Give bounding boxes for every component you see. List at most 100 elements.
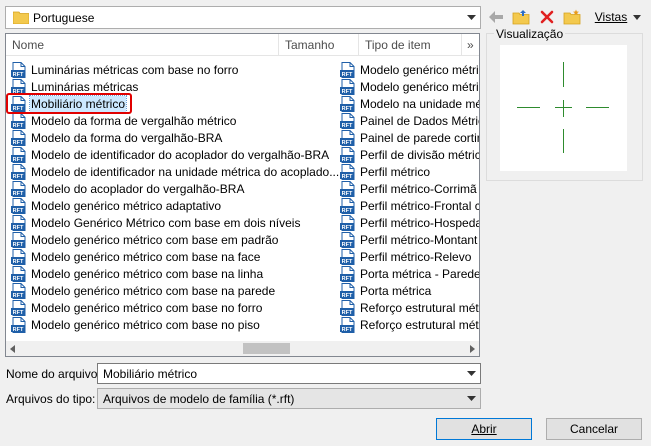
svg-text:RFT: RFT xyxy=(13,140,24,146)
file-item[interactable]: RFT Reforço estrutural métr xyxy=(340,299,480,316)
file-item[interactable]: RFT Perfil métrico-Corrimã xyxy=(340,180,479,197)
file-item[interactable]: RFT Perfil de divisão métric xyxy=(340,146,479,163)
file-item[interactable]: RFT Modelo genérico métrico adaptativo xyxy=(11,197,341,214)
file-type-select[interactable]: Arquivos de modelo de família (*.rft) xyxy=(97,388,481,409)
column-header-name[interactable]: Nome xyxy=(6,34,279,56)
views-label: Vistas xyxy=(594,10,628,24)
svg-text:RFT: RFT xyxy=(13,72,24,78)
file-item[interactable]: RFT Modelo genérico métrico com base no p… xyxy=(11,316,341,333)
file-item[interactable]: RFT Modelo genérico métri xyxy=(340,61,479,78)
file-name-value: Mobiliário métrico xyxy=(103,367,198,381)
file-name-text: Modelo genérico métri xyxy=(360,79,479,94)
file-item[interactable]: RFT Modelo genérico métrico com base na f… xyxy=(11,248,341,265)
svg-text:RFT: RFT xyxy=(342,293,353,299)
file-name-field[interactable]: Mobiliário métrico xyxy=(97,363,481,384)
file-item[interactable]: RFT Modelo da forma de vergalhão métrico xyxy=(11,112,341,129)
column-overflow-chevron[interactable]: » xyxy=(462,34,479,56)
rft-file-icon: RFT xyxy=(340,231,355,248)
file-item[interactable]: RFT Porta métrica - Parede xyxy=(340,265,480,282)
file-name-text: Porta métrica - Parede xyxy=(360,266,480,281)
file-item[interactable]: RFT Porta métrica xyxy=(340,282,479,299)
rft-file-icon: RFT xyxy=(11,231,26,248)
delete-icon[interactable] xyxy=(536,6,558,28)
file-name-text: Perfil métrico-Corrimã xyxy=(360,181,477,196)
file-name-text: Modelo do acoplador do vergalhão-BRA xyxy=(31,181,245,196)
file-name-text: Modelo de identificador na unidade métri… xyxy=(31,164,340,179)
svg-text:RFT: RFT xyxy=(13,225,24,231)
svg-text:RFT: RFT xyxy=(342,242,353,248)
file-item[interactable]: RFT Modelo na unidade mé xyxy=(340,95,479,112)
rft-file-icon: RFT xyxy=(340,146,355,163)
file-name-text: Modelo genérico métrico com base no piso xyxy=(31,317,260,332)
file-item[interactable]: RFT Modelo genérico métri xyxy=(340,78,479,95)
file-item[interactable]: RFT Modelo da forma do vergalhão-BRA xyxy=(11,129,341,146)
open-button[interactable]: Abrir xyxy=(436,418,532,440)
new-folder-icon[interactable] xyxy=(561,6,583,28)
file-item[interactable]: RFT Perfil métrico-Hospeda xyxy=(340,214,479,231)
chevron-down-icon[interactable] xyxy=(463,7,480,28)
file-item[interactable]: RFT Modelo de identificador do acoplador … xyxy=(11,146,341,163)
file-item[interactable]: RFT Perfil métrico-Frontal c xyxy=(340,197,479,214)
file-item[interactable]: RFT Modelo genérico métrico com base na l… xyxy=(11,265,341,282)
rft-file-icon: RFT xyxy=(11,61,26,78)
svg-text:RFT: RFT xyxy=(13,276,24,282)
file-item[interactable]: RFT Luminárias métricas com base no forro xyxy=(11,61,341,78)
rft-file-icon: RFT xyxy=(11,180,26,197)
file-name-text: Modelo de identificador do acoplador do … xyxy=(31,147,330,162)
rft-file-icon: RFT xyxy=(340,265,355,282)
rft-file-icon: RFT xyxy=(11,197,26,214)
back-arrow-icon[interactable] xyxy=(486,6,506,28)
rft-file-icon: RFT xyxy=(11,214,26,231)
file-item[interactable]: RFT Reforço estrutural métr xyxy=(340,316,479,333)
chevron-down-icon xyxy=(633,14,642,20)
rft-file-icon: RFT xyxy=(11,163,26,180)
file-name-text: Modelo genérico métrico adaptativo xyxy=(31,198,222,213)
column-header-row: Nome Tamanho Tipo de item » xyxy=(6,34,479,56)
scroll-thumb[interactable] xyxy=(243,343,290,354)
file-item[interactable]: RFT Painel de parede cortin xyxy=(340,129,479,146)
rft-file-icon: RFT xyxy=(11,146,26,163)
scroll-right-icon[interactable] xyxy=(470,345,475,353)
rft-file-icon: RFT xyxy=(340,197,355,214)
chevron-down-icon[interactable] xyxy=(463,364,480,383)
column-header-size[interactable]: Tamanho xyxy=(279,34,359,56)
folder-icon xyxy=(13,11,29,24)
horizontal-scrollbar[interactable] xyxy=(6,341,479,356)
file-item[interactable]: RFT Modelo do acoplador do vergalhão-BRA xyxy=(11,180,341,197)
file-item[interactable]: RFT Modelo Genérico Métrico com base em d… xyxy=(11,214,341,231)
file-name-text: Modelo da forma do vergalhão-BRA xyxy=(31,130,223,145)
file-item[interactable]: RFT Painel de Dados Métric xyxy=(340,112,479,129)
svg-text:RFT: RFT xyxy=(342,106,353,112)
rft-file-icon: RFT xyxy=(11,299,26,316)
svg-text:RFT: RFT xyxy=(342,208,353,214)
file-name-text: Perfil métrico-Montant xyxy=(360,232,478,247)
cancel-button[interactable]: Cancelar xyxy=(546,418,642,440)
file-item[interactable]: RFT Modelo genérico métrico com base em p… xyxy=(11,231,341,248)
file-name-text: Reforço estrutural métr xyxy=(360,300,480,315)
svg-text:RFT: RFT xyxy=(13,191,24,197)
rft-file-icon: RFT xyxy=(340,95,355,112)
file-item[interactable]: RFT Perfil métrico xyxy=(340,163,479,180)
file-item[interactable]: RFT Modelo genérico métrico com base na p… xyxy=(11,282,341,299)
chevron-down-icon[interactable] xyxy=(463,389,480,408)
svg-text:RFT: RFT xyxy=(13,242,24,248)
rft-file-icon: RFT xyxy=(11,112,26,129)
svg-text:RFT: RFT xyxy=(342,140,353,146)
rft-file-icon: RFT xyxy=(11,248,26,265)
scroll-left-icon[interactable] xyxy=(10,345,15,353)
cancel-button-label: Cancelar xyxy=(569,422,619,436)
column-header-type[interactable]: Tipo de item xyxy=(359,34,462,56)
file-item[interactable]: RFT Modelo genérico métrico com base no f… xyxy=(11,299,341,316)
up-folder-icon[interactable] xyxy=(510,6,532,28)
file-list[interactable]: Nome Tamanho Tipo de item » RFT Luminária… xyxy=(5,33,480,357)
file-item[interactable]: RFT Perfil métrico-Montant xyxy=(340,231,479,248)
file-item[interactable]: RFT Modelo de identificador na unidade mé… xyxy=(11,163,341,180)
file-name-text: Modelo genérico métrico com base no forr… xyxy=(31,300,263,315)
rft-file-icon: RFT xyxy=(340,316,355,333)
views-menu[interactable]: Vistas xyxy=(592,6,644,28)
file-item[interactable]: RFT Perfil métrico-Relevo xyxy=(340,248,479,265)
path-combo[interactable]: Portuguese xyxy=(5,6,481,29)
rft-file-icon: RFT xyxy=(340,214,355,231)
svg-text:RFT: RFT xyxy=(13,157,24,163)
rft-file-icon: RFT xyxy=(340,61,355,78)
